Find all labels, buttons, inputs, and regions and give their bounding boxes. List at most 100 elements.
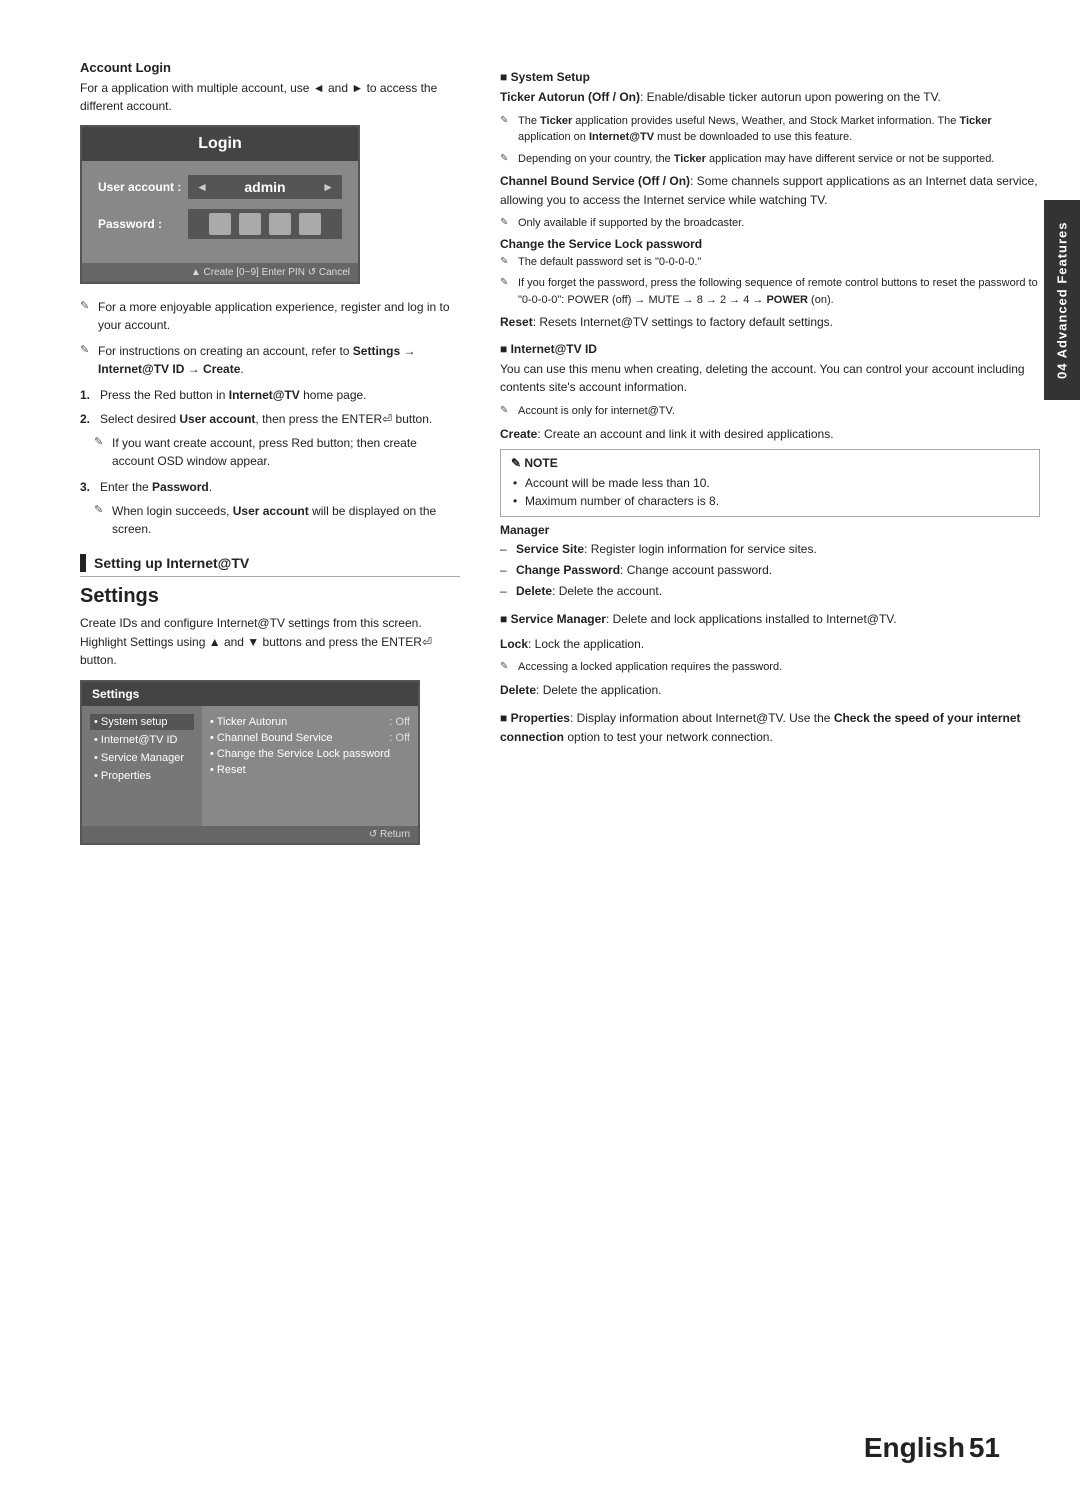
ticker-autorun-text: Ticker Autorun (Off / On): Enable/disabl…	[500, 88, 1040, 107]
settings-option-3-label: • Reset	[210, 764, 410, 776]
channel-bound-note: Only available if supported by the broad…	[500, 215, 1040, 232]
password-label: Password :	[98, 217, 188, 231]
password-value-box	[188, 209, 342, 239]
side-tab-label: 04 Advanced Features	[1055, 221, 1070, 379]
account-login-intro: For a application with multiple account,…	[80, 79, 460, 115]
manager-service-site: Service Site: Register login information…	[500, 540, 1040, 558]
internet-tv-id-text: You can use this menu when creating, del…	[500, 360, 1040, 397]
change-lock-title: Change the Service Lock password	[500, 237, 1040, 251]
settings-intro-text: Create IDs and configure Internet@TV set…	[80, 616, 422, 649]
arrow-right-icon[interactable]: ►	[322, 180, 334, 194]
account-login-title: Account Login	[80, 60, 460, 75]
system-setup-title: ■ System Setup	[500, 70, 1040, 84]
settings-menu-item-2[interactable]: • Service Manager	[90, 750, 194, 766]
login-dialog: Login User account : ◄ admin ► Password …	[80, 125, 360, 284]
user-account-value-box[interactable]: ◄ admin ►	[188, 175, 342, 199]
login-actions: ▲ Create [0~9] Enter PIN ↺ Cancel	[82, 263, 358, 282]
password-dot-2	[239, 213, 261, 235]
system-setup-section: ■ System Setup Ticker Autorun (Off / On)…	[500, 70, 1040, 332]
manager-change-password: Change Password: Change account password…	[500, 561, 1040, 579]
footer-number: 51	[969, 1432, 1000, 1463]
note-box: ✎ NOTE Account will be made less than 10…	[500, 449, 1040, 517]
settings-option-3: • Reset	[210, 762, 410, 778]
internet-tv-id-note: Account is only for internet@TV.	[500, 403, 1040, 420]
settings-menu-item-1[interactable]: • Internet@TV ID	[90, 732, 194, 748]
settings-option-2-label: • Change the Service Lock password	[210, 748, 410, 760]
side-tab: 04 Advanced Features	[1044, 200, 1080, 400]
settings-heading: Settings	[80, 585, 460, 608]
setting-up-title: Setting up Internet@TV	[94, 555, 249, 571]
change-lock-note-1: The default password set is "0-0-0-0."	[500, 254, 1040, 271]
user-account-label: User account :	[98, 180, 188, 194]
black-bar-icon	[80, 554, 86, 572]
settings-option-0: • Ticker Autorun : Off	[210, 714, 410, 730]
settings-dialog: Settings • System setup • Internet@TV ID…	[80, 680, 420, 845]
step-3: 3. Enter the Password.	[80, 478, 460, 496]
note-box-title: ✎ NOTE	[511, 456, 1029, 470]
service-manager-title: ■ Service Manager: Delete and lock appli…	[500, 610, 1040, 629]
step-3-text: Enter the Password.	[100, 478, 212, 496]
login-dialog-title: Login	[82, 127, 358, 161]
page-container: Account Login For a application with mul…	[0, 0, 1080, 1494]
page-footer: English 51	[864, 1432, 1000, 1464]
settings-menu-item-3[interactable]: • Properties	[90, 768, 194, 784]
footer-label: English	[864, 1432, 965, 1463]
right-column: ■ System Setup Ticker Autorun (Off / On)…	[500, 60, 1040, 1434]
settings-option-1: • Channel Bound Service : Off	[210, 730, 410, 746]
step-1-text: Press the Red button in Internet@TV home…	[100, 386, 367, 404]
step-3-num: 3.	[80, 478, 94, 496]
settings-option-1-value: : Off	[389, 732, 410, 744]
settings-intro-suffix: button.	[80, 653, 117, 667]
step-2-text: Select desired User account, then press …	[100, 410, 432, 428]
login-note-2: For instructions on creating an account,…	[80, 342, 460, 378]
settings-option-0-value: : Off	[389, 716, 410, 728]
arrow-left-icon[interactable]: ◄	[196, 180, 208, 194]
step-1-num: 1.	[80, 386, 94, 404]
create-text: Create: Create an account and link it wi…	[500, 425, 1040, 444]
login-password-row: Password :	[98, 209, 342, 239]
ticker-note-2: Depending on your country, the Ticker ap…	[500, 151, 1040, 168]
login-note-1: For a more enjoyable application experie…	[80, 298, 460, 334]
note-box-item-2: Maximum number of characters is 8.	[511, 492, 1029, 510]
password-dot-1	[209, 213, 231, 235]
login-note-2-prefix: For instructions on creating an account,…	[98, 344, 353, 358]
manager-title: Manager	[500, 523, 1040, 537]
channel-bound-text: Channel Bound Service (Off / On): Some c…	[500, 172, 1040, 209]
step-2-note: If you want create account, press Red bu…	[94, 434, 460, 470]
properties-section: ■ Properties: Display information about …	[500, 709, 1040, 746]
settings-right-panel: • Ticker Autorun : Off • Channel Bound S…	[202, 706, 418, 826]
settings-dialog-title: Settings	[82, 682, 418, 706]
login-dialog-body: User account : ◄ admin ► Password :	[82, 161, 358, 263]
step-2: 2. Select desired User account, then pre…	[80, 410, 460, 428]
delete-text: Delete: Delete the application.	[500, 681, 1040, 700]
password-dot-3	[269, 213, 291, 235]
note-box-item-1: Account will be made less than 10.	[511, 474, 1029, 492]
settings-option-2: • Change the Service Lock password	[210, 746, 410, 762]
step-2-num: 2.	[80, 410, 94, 428]
settings-left-panel: • System setup • Internet@TV ID • Servic…	[82, 706, 202, 826]
password-dot-4	[299, 213, 321, 235]
left-column: Account Login For a application with mul…	[80, 60, 460, 1434]
settings-dialog-body: • System setup • Internet@TV ID • Servic…	[82, 706, 418, 826]
step-1: 1. Press the Red button in Internet@TV h…	[80, 386, 460, 404]
settings-option-1-label: • Channel Bound Service	[210, 732, 385, 744]
user-account-value: admin	[208, 179, 322, 195]
lock-note: Accessing a locked application requires …	[500, 659, 1040, 676]
settings-option-0-label: • Ticker Autorun	[210, 716, 385, 728]
settings-intro: Create IDs and configure Internet@TV set…	[80, 614, 460, 670]
login-note-2-suffix: .	[240, 362, 243, 376]
manager-delete: Delete: Delete the account.	[500, 582, 1040, 600]
main-content: Account Login For a application with mul…	[0, 0, 1080, 1494]
login-steps: 1. Press the Red button in Internet@TV h…	[80, 386, 460, 538]
change-lock-note-2: If you forget the password, press the fo…	[500, 275, 1040, 308]
setting-up-header-bar: Setting up Internet@TV	[80, 554, 460, 577]
step-3-note: When login succeeds, User account will b…	[94, 502, 460, 538]
reset-text: Reset: Resets Internet@TV settings to fa…	[500, 313, 1040, 332]
service-manager-section: ■ Service Manager: Delete and lock appli…	[500, 610, 1040, 699]
internet-tv-id-section: ■ Internet@TV ID You can use this menu w…	[500, 342, 1040, 600]
password-dots	[196, 213, 334, 235]
lock-text: Lock: Lock the application.	[500, 635, 1040, 654]
internet-tv-id-title: ■ Internet@TV ID	[500, 342, 1040, 356]
settings-footer: ↺ Return	[82, 826, 418, 843]
settings-menu-item-0[interactable]: • System setup	[90, 714, 194, 730]
